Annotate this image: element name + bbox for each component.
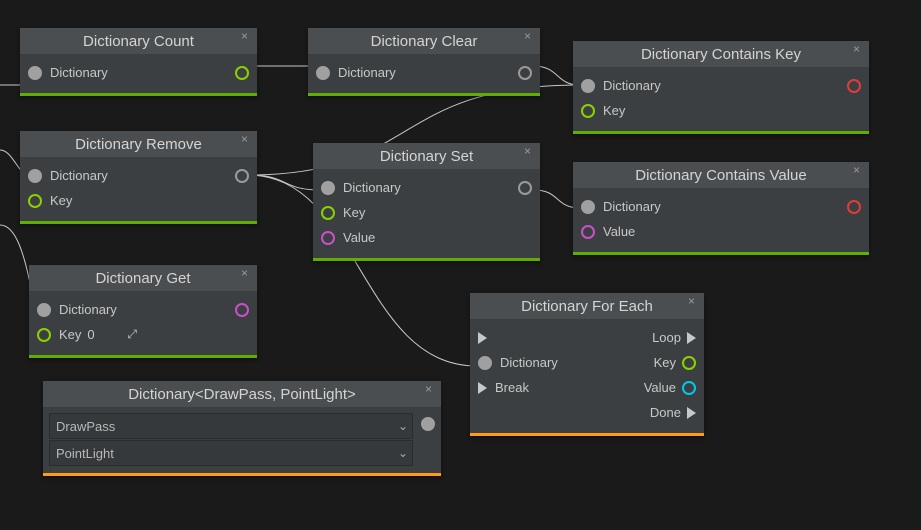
node-title: Dictionary Remove	[57, 136, 220, 153]
node-title: Dictionary Count	[65, 33, 212, 50]
node-footer-bar	[573, 252, 869, 255]
chevron-down-icon[interactable]: ⌄	[394, 446, 412, 460]
node-title: Dictionary For Each	[503, 298, 671, 315]
node-title: Dictionary<DrawPass, PointLight>	[110, 386, 374, 403]
port-label: Break	[495, 380, 529, 395]
port-label: Dictionary	[50, 65, 108, 80]
close-icon[interactable]: ×	[425, 383, 437, 395]
port-label: Dictionary	[50, 168, 108, 183]
port-label: Key 0 ⤢	[59, 327, 137, 342]
node-dictionary-contains-key[interactable]: Dictionary Contains Key × Dictionary Key	[573, 41, 869, 134]
exec-in-port[interactable]	[478, 332, 487, 344]
input-port[interactable]	[478, 356, 492, 370]
node-footer-bar	[43, 473, 441, 476]
port-label: Done	[650, 405, 681, 420]
chevron-down-icon[interactable]: ⌄	[394, 419, 412, 433]
close-icon[interactable]: ×	[241, 133, 253, 145]
output-port[interactable]	[518, 66, 532, 80]
node-dictionary-clear[interactable]: Dictionary Clear × Dictionary	[308, 28, 540, 96]
node-header[interactable]: Dictionary Contains Value ×	[573, 162, 869, 188]
port-label: Value	[343, 230, 375, 245]
close-icon[interactable]: ×	[524, 145, 536, 157]
port-label: Dictionary	[338, 65, 396, 80]
port-label: Dictionary	[500, 355, 558, 370]
close-icon[interactable]: ×	[853, 164, 865, 176]
output-port[interactable]	[235, 303, 249, 317]
node-title: Dictionary Get	[77, 270, 208, 287]
output-port[interactable]	[847, 79, 861, 93]
port-label: Dictionary	[603, 199, 661, 214]
node-header[interactable]: Dictionary Set ×	[313, 143, 540, 169]
port-label: Dictionary	[59, 302, 117, 317]
output-port[interactable]	[518, 181, 532, 195]
output-port[interactable]	[235, 66, 249, 80]
exec-out-port[interactable]	[687, 407, 696, 419]
node-title: Dictionary Clear	[353, 33, 496, 50]
port-label: Loop	[652, 330, 681, 345]
node-header[interactable]: Dictionary Count ×	[20, 28, 257, 54]
input-port[interactable]	[581, 225, 595, 239]
port-label: Dictionary	[603, 78, 661, 93]
input-port[interactable]	[581, 200, 595, 214]
input-port[interactable]	[581, 104, 595, 118]
output-port[interactable]	[682, 356, 696, 370]
node-title: Dictionary Contains Key	[623, 46, 819, 63]
input-port[interactable]	[581, 79, 595, 93]
input-port[interactable]	[28, 66, 42, 80]
node-dictionary-contains-value[interactable]: Dictionary Contains Value × Dictionary V…	[573, 162, 869, 255]
input-port[interactable]	[321, 181, 335, 195]
node-title: Dictionary Set	[362, 148, 491, 165]
node-footer-bar	[20, 221, 257, 224]
node-graph-canvas[interactable]: Dictionary Count × Dictionary Dictionary…	[0, 0, 921, 530]
output-port[interactable]	[847, 200, 861, 214]
port-label: Key	[654, 355, 676, 370]
port-label: Key	[603, 103, 625, 118]
node-footer-bar	[313, 258, 540, 261]
node-footer-bar	[20, 93, 257, 96]
node-header[interactable]: Dictionary Clear ×	[308, 28, 540, 54]
node-footer-bar	[308, 93, 540, 96]
close-icon[interactable]: ×	[688, 295, 700, 307]
output-port[interactable]	[682, 381, 696, 395]
node-header[interactable]: Dictionary Contains Key ×	[573, 41, 869, 67]
close-icon[interactable]: ×	[524, 30, 536, 42]
input-port[interactable]	[321, 206, 335, 220]
close-icon[interactable]: ×	[853, 43, 865, 55]
output-port[interactable]	[235, 169, 249, 183]
port-label: Value	[603, 224, 635, 239]
node-dictionary-remove[interactable]: Dictionary Remove × Dictionary Key	[20, 131, 257, 224]
node-footer-bar	[470, 433, 704, 436]
node-dictionary-for-each[interactable]: Dictionary For Each × Loop Dictionary Ke…	[470, 293, 704, 436]
input-port[interactable]	[316, 66, 330, 80]
input-port[interactable]	[37, 328, 51, 342]
port-label: Value	[644, 380, 676, 395]
output-port[interactable]	[421, 417, 435, 431]
input-port[interactable]	[37, 303, 51, 317]
expand-icon[interactable]: ⤢	[127, 327, 137, 342]
close-icon[interactable]: ×	[241, 267, 253, 279]
node-title: Dictionary Contains Value	[617, 167, 824, 184]
input-port[interactable]	[28, 169, 42, 183]
node-dictionary-set[interactable]: Dictionary Set × Dictionary Key Value	[313, 143, 540, 261]
close-icon[interactable]: ×	[241, 30, 253, 42]
port-label: Key	[343, 205, 365, 220]
type-select-key[interactable]: DrawPass ⌄	[49, 413, 413, 439]
node-header[interactable]: Dictionary<DrawPass, PointLight> ×	[43, 381, 441, 407]
port-label: Key	[50, 193, 72, 208]
port-label: Dictionary	[343, 180, 401, 195]
node-dictionary-typed[interactable]: Dictionary<DrawPass, PointLight> × DrawP…	[43, 381, 441, 476]
node-footer-bar	[573, 131, 869, 134]
type-select-value[interactable]: PointLight ⌄	[49, 440, 413, 466]
node-footer-bar	[29, 355, 257, 358]
node-dictionary-count[interactable]: Dictionary Count × Dictionary	[20, 28, 257, 96]
node-header[interactable]: Dictionary For Each ×	[470, 293, 704, 319]
exec-in-port[interactable]	[478, 382, 487, 394]
node-header[interactable]: Dictionary Remove ×	[20, 131, 257, 157]
input-port[interactable]	[321, 231, 335, 245]
node-dictionary-get[interactable]: Dictionary Get × Dictionary Key 0 ⤢	[29, 265, 257, 358]
node-header[interactable]: Dictionary Get ×	[29, 265, 257, 291]
input-port[interactable]	[28, 194, 42, 208]
exec-out-port[interactable]	[687, 332, 696, 344]
